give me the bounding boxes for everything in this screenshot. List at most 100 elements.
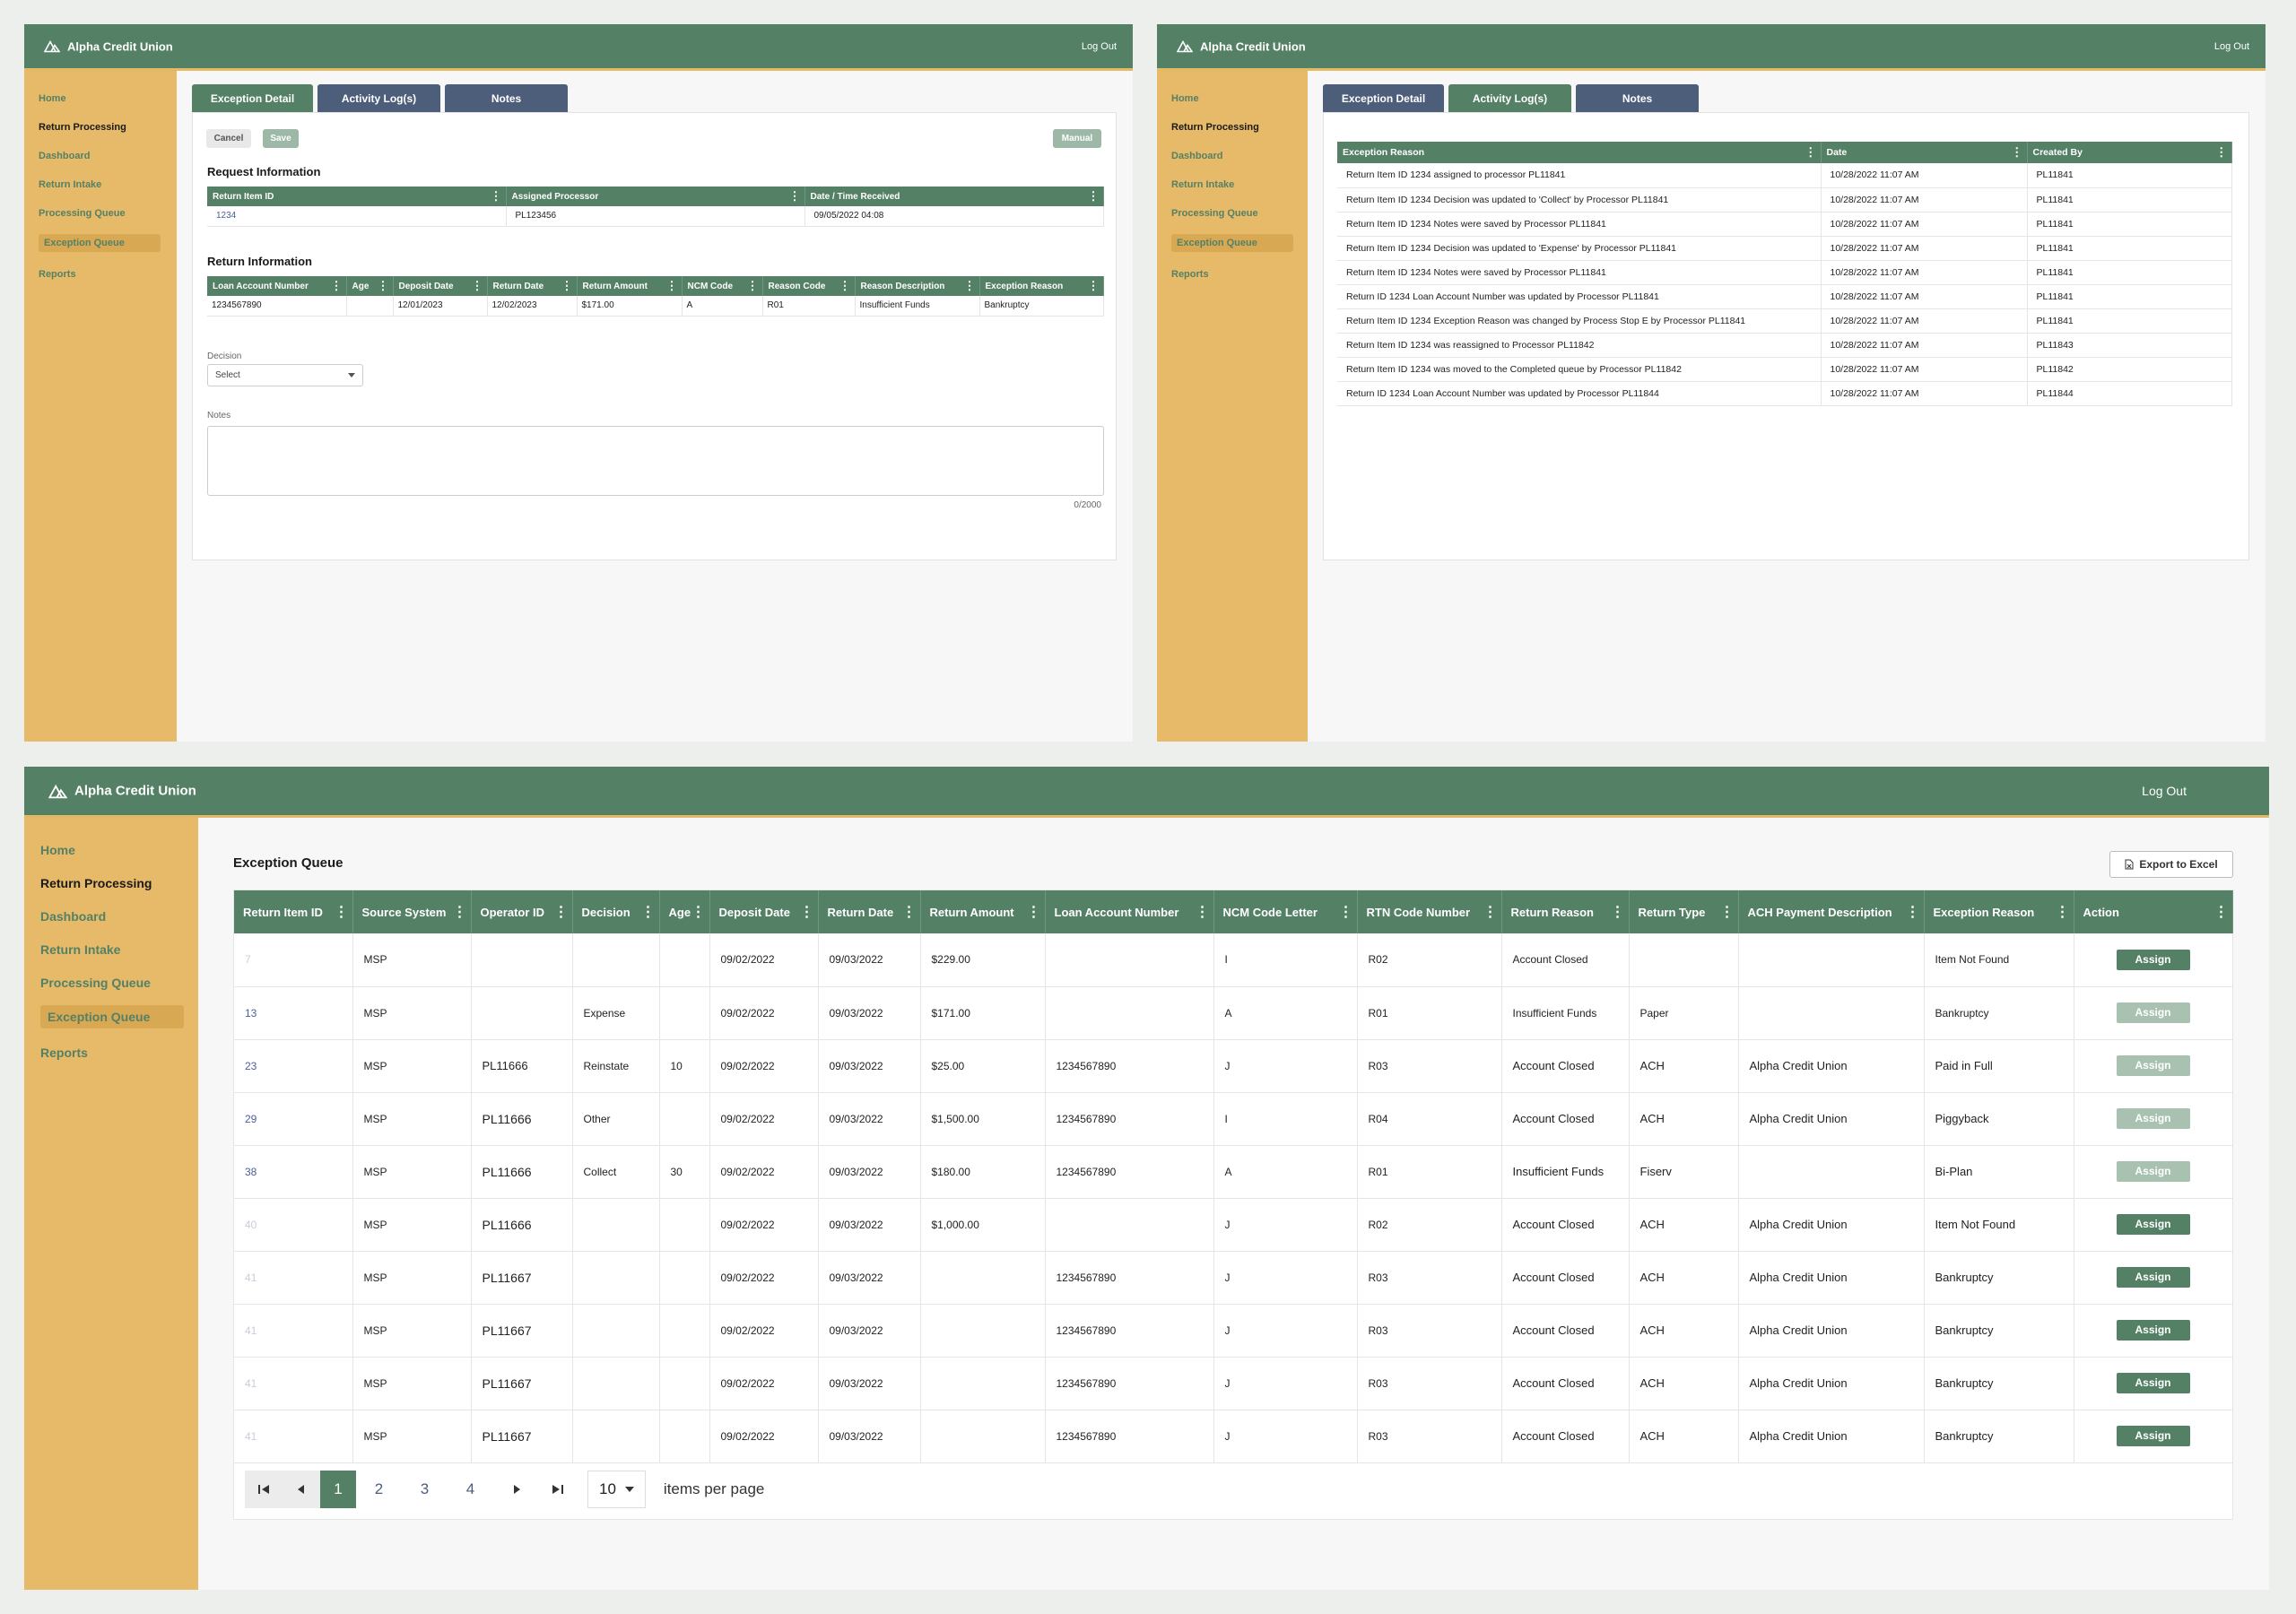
notes-textarea[interactable] bbox=[207, 426, 1104, 496]
tab-activity-logs[interactable]: Activity Log(s) bbox=[317, 84, 440, 112]
queue-cell-return-item-id[interactable]: 13 bbox=[234, 986, 353, 1040]
col-header-return-item-id[interactable]: Return Item ID ⋮ bbox=[234, 890, 353, 933]
col-header-return-date[interactable]: Return Date ⋮ bbox=[487, 276, 578, 296]
sidebar-item-reports[interactable]: Reports bbox=[1171, 269, 1209, 280]
cancel-button[interactable]: Cancel bbox=[206, 129, 251, 148]
assign-button[interactable]: Assign bbox=[2116, 1267, 2190, 1288]
sidebar-item-return-intake[interactable]: Return Intake bbox=[39, 179, 101, 190]
col-header-rtn-code-number[interactable]: RTN Code Number ⋮ bbox=[1357, 890, 1502, 933]
brand-logo[interactable]: Alpha Credit Union bbox=[48, 784, 196, 799]
kebab-menu-icon[interactable]: ⋮ bbox=[964, 279, 976, 293]
col-header-return-amount[interactable]: Return Amount ⋮ bbox=[920, 890, 1046, 933]
col-header-exception-reason[interactable]: Exception Reason ⋮ bbox=[1337, 142, 1822, 163]
queue-cell-return-item-id[interactable]: 41 bbox=[234, 1304, 353, 1358]
col-header-return-amount[interactable]: Return Amount ⋮ bbox=[577, 276, 683, 296]
kebab-menu-icon[interactable]: ⋮ bbox=[2011, 145, 2023, 160]
col-header-age[interactable]: Age ⋮ bbox=[659, 890, 710, 933]
kebab-menu-icon[interactable]: ⋮ bbox=[2215, 145, 2228, 160]
assign-button[interactable]: Assign bbox=[2116, 1002, 2190, 1023]
kebab-menu-icon[interactable]: ⋮ bbox=[1720, 903, 1735, 921]
page-size-select[interactable]: 10 bbox=[587, 1471, 646, 1508]
col-header-operator-id[interactable]: Operator ID ⋮ bbox=[471, 890, 573, 933]
next-page-button[interactable] bbox=[493, 1471, 539, 1508]
sidebar-item-reports[interactable]: Reports bbox=[39, 269, 76, 280]
kebab-menu-icon[interactable]: ⋮ bbox=[2056, 903, 2070, 921]
col-header-decision[interactable]: Decision ⋮ bbox=[572, 890, 660, 933]
manual-button[interactable]: Manual bbox=[1053, 129, 1101, 148]
sidebar-item-return-processing[interactable]: Return Processing bbox=[39, 122, 126, 133]
queue-cell-return-item-id[interactable]: 7 bbox=[234, 933, 353, 987]
queue-cell-return-item-id[interactable]: 41 bbox=[234, 1251, 353, 1305]
queue-cell-return-item-id[interactable]: 29 bbox=[234, 1092, 353, 1146]
col-header-deposit-date[interactable]: Deposit Date ⋮ bbox=[709, 890, 819, 933]
page-3-button[interactable]: 3 bbox=[402, 1471, 448, 1508]
col-header-exception-reason[interactable]: Exception Reason ⋮ bbox=[979, 276, 1104, 296]
col-header-return-date[interactable]: Return Date ⋮ bbox=[818, 890, 921, 933]
assign-button[interactable]: Assign bbox=[2116, 1426, 2190, 1446]
kebab-menu-icon[interactable]: ⋮ bbox=[554, 903, 569, 921]
sidebar-item-return-processing[interactable]: Return Processing bbox=[40, 876, 152, 890]
kebab-menu-icon[interactable]: ⋮ bbox=[902, 903, 917, 921]
page-4-button[interactable]: 4 bbox=[448, 1471, 493, 1508]
kebab-menu-icon[interactable]: ⋮ bbox=[1611, 903, 1625, 921]
col-header-return-type[interactable]: Return Type ⋮ bbox=[1629, 890, 1739, 933]
col-header-age[interactable]: Age ⋮ bbox=[346, 276, 394, 296]
tab-exception-detail[interactable]: Exception Detail bbox=[1323, 84, 1444, 112]
kebab-menu-icon[interactable]: ⋮ bbox=[1088, 279, 1100, 293]
sidebar-item-exception-queue[interactable]: Exception Queue bbox=[39, 234, 161, 252]
sidebar-item-processing-queue[interactable]: Processing Queue bbox=[1171, 208, 1258, 219]
assign-button[interactable]: Assign bbox=[2116, 1055, 2190, 1076]
col-header-return-item-id[interactable]: Return Item ID ⋮ bbox=[207, 187, 507, 206]
kebab-menu-icon[interactable]: ⋮ bbox=[691, 903, 706, 921]
sidebar-item-home[interactable]: Home bbox=[40, 843, 75, 857]
kebab-menu-icon[interactable]: ⋮ bbox=[1339, 903, 1353, 921]
sidebar-item-reports[interactable]: Reports bbox=[40, 1046, 88, 1060]
col-header-reason-code[interactable]: Reason Code ⋮ bbox=[762, 276, 856, 296]
sidebar-item-dashboard[interactable]: Dashboard bbox=[39, 151, 90, 161]
col-header-created-by[interactable]: Created By ⋮ bbox=[2027, 142, 2232, 163]
kebab-menu-icon[interactable]: ⋮ bbox=[1805, 145, 1817, 160]
logout-link[interactable]: Log Out bbox=[1082, 41, 1117, 52]
sidebar-item-home[interactable]: Home bbox=[39, 93, 66, 104]
col-header-reason-description[interactable]: Reason Description ⋮ bbox=[855, 276, 980, 296]
queue-cell-return-item-id[interactable]: 23 bbox=[234, 1039, 353, 1093]
request-cell[interactable]: 1234 bbox=[207, 206, 507, 227]
col-header-assigned-processor[interactable]: Assigned Processor ⋮ bbox=[506, 187, 805, 206]
tab-notes[interactable]: Notes bbox=[445, 84, 568, 112]
sidebar-item-return-intake[interactable]: Return Intake bbox=[1171, 179, 1234, 190]
assign-button[interactable]: Assign bbox=[2116, 1373, 2190, 1393]
logout-link[interactable]: Log Out bbox=[2214, 41, 2249, 52]
assign-button[interactable]: Assign bbox=[2116, 949, 2190, 970]
queue-cell-return-item-id[interactable]: 38 bbox=[234, 1145, 353, 1199]
col-header-loan-account-number[interactable]: Loan Account Number ⋮ bbox=[207, 276, 347, 296]
kebab-menu-icon[interactable]: ⋮ bbox=[472, 279, 483, 293]
col-header-action[interactable]: Action ⋮ bbox=[2074, 890, 2233, 933]
queue-cell-return-item-id[interactable]: 41 bbox=[234, 1410, 353, 1463]
kebab-menu-icon[interactable]: ⋮ bbox=[1088, 189, 1100, 204]
assign-button[interactable]: Assign bbox=[2116, 1320, 2190, 1341]
save-button[interactable]: Save bbox=[263, 129, 299, 148]
col-header-deposit-date[interactable]: Deposit Date ⋮ bbox=[393, 276, 488, 296]
kebab-menu-icon[interactable]: ⋮ bbox=[800, 903, 814, 921]
col-header-return-reason[interactable]: Return Reason ⋮ bbox=[1501, 890, 1630, 933]
assign-button[interactable]: Assign bbox=[2116, 1214, 2190, 1235]
brand-logo[interactable]: Alpha Credit Union bbox=[44, 39, 173, 53]
col-header-loan-account-number[interactable]: Loan Account Number ⋮ bbox=[1045, 890, 1214, 933]
kebab-menu-icon[interactable]: ⋮ bbox=[747, 279, 759, 293]
first-page-button[interactable] bbox=[245, 1471, 283, 1508]
last-page-button[interactable] bbox=[539, 1471, 577, 1508]
col-header-ach-payment-description[interactable]: ACH Payment Description ⋮ bbox=[1738, 890, 1925, 933]
tab-exception-detail[interactable]: Exception Detail bbox=[192, 84, 313, 118]
sidebar-item-processing-queue[interactable]: Processing Queue bbox=[40, 976, 151, 990]
kebab-menu-icon[interactable]: ⋮ bbox=[331, 279, 343, 293]
assign-button[interactable]: Assign bbox=[2116, 1161, 2190, 1182]
export-excel-button[interactable]: Export to Excel bbox=[2109, 851, 2233, 878]
col-header-ncm-code[interactable]: NCM Code ⋮ bbox=[682, 276, 763, 296]
sidebar-item-home[interactable]: Home bbox=[1171, 93, 1199, 104]
kebab-menu-icon[interactable]: ⋮ bbox=[789, 189, 801, 204]
kebab-menu-icon[interactable]: ⋮ bbox=[839, 279, 851, 293]
assign-button[interactable]: Assign bbox=[2116, 1108, 2190, 1129]
col-header-date-time-received[interactable]: Date / Time Received ⋮ bbox=[804, 187, 1104, 206]
kebab-menu-icon[interactable]: ⋮ bbox=[453, 903, 467, 921]
sidebar-item-return-processing[interactable]: Return Processing bbox=[1171, 122, 1259, 133]
